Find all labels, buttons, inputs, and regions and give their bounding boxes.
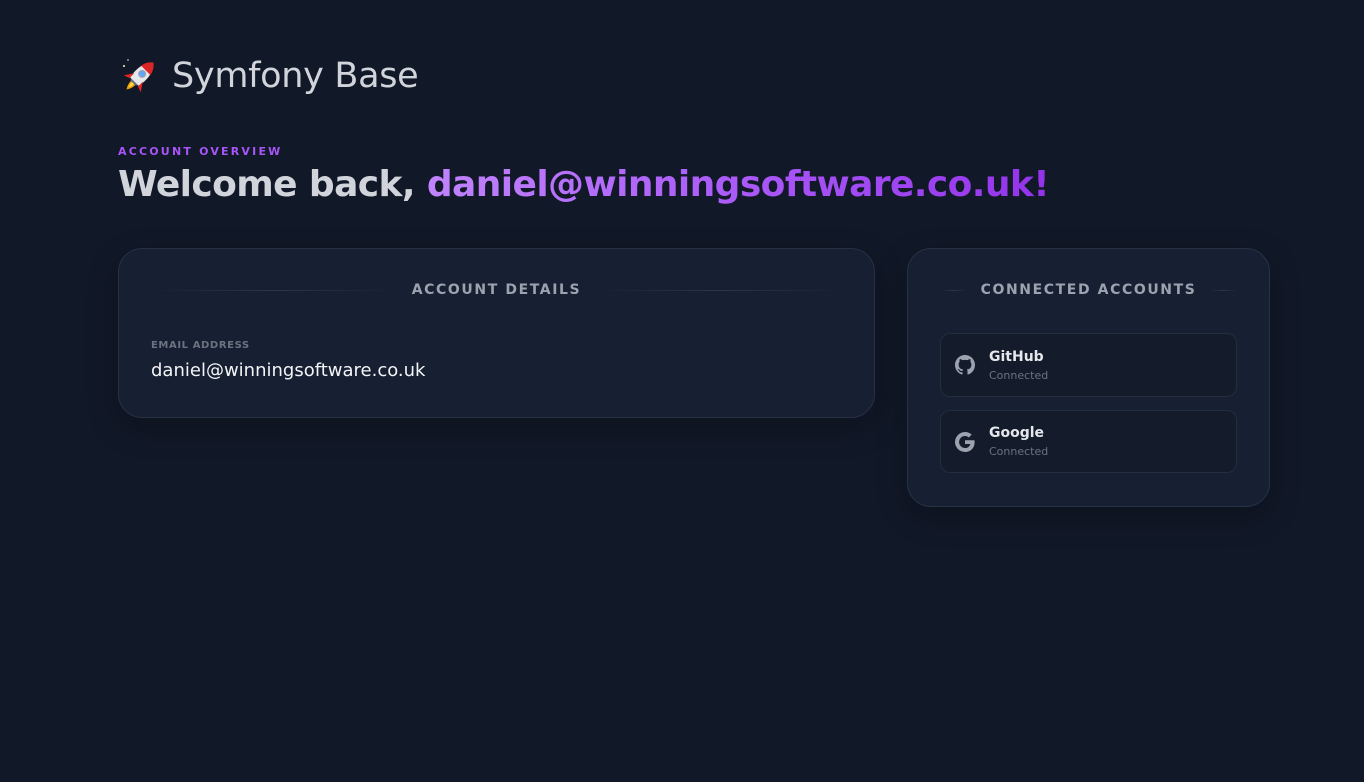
heading-divider-right (595, 289, 842, 291)
heading-divider-right (1210, 289, 1238, 291)
email-address-value: daniel@winningsoftware.co.uk (151, 360, 426, 381)
provider-text: Google Connected (989, 425, 1048, 458)
account-details-heading: ACCOUNT DETAILS (151, 282, 842, 298)
connected-accounts-card: CONNECTED ACCOUNTS GitHub Connected Goog… (907, 248, 1270, 507)
brand[interactable]: Symfony Base (118, 54, 419, 98)
provider-text: GitHub Connected (989, 349, 1048, 382)
connected-accounts-title: CONNECTED ACCOUNTS (980, 282, 1197, 298)
page: Symfony Base ACCOUNT OVERVIEW Welcome ba… (0, 0, 1364, 782)
heading-divider-left (151, 289, 398, 291)
email-address-label: EMAIL ADDRESS (151, 340, 250, 351)
brand-name: Symfony Base (172, 56, 419, 96)
provider-name: Google (989, 425, 1045, 441)
connected-accounts-heading: CONNECTED ACCOUNTS (940, 282, 1238, 298)
heading-divider-left (940, 289, 967, 291)
account-details-title: ACCOUNT DETAILS (411, 282, 582, 298)
provider-status: Connected (989, 445, 1049, 458)
provider-name: GitHub (989, 348, 1044, 365)
google-icon (955, 431, 975, 452)
github-icon (955, 355, 975, 375)
provider-google[interactable]: Google Connected (940, 410, 1237, 473)
page-title: Welcome back, daniel@winningsoftware.co.… (118, 164, 1050, 205)
welcome-user-email: daniel@winningsoftware.co.uk! (426, 164, 1050, 205)
welcome-greeting: Welcome back, (118, 164, 427, 205)
provider-status: Connected (989, 368, 1049, 382)
rocket-icon (123, 59, 154, 93)
section-eyebrow: ACCOUNT OVERVIEW (118, 145, 283, 158)
provider-github[interactable]: GitHub Connected (940, 333, 1237, 397)
account-details-card: ACCOUNT DETAILS EMAIL ADDRESS daniel@win… (118, 248, 875, 418)
